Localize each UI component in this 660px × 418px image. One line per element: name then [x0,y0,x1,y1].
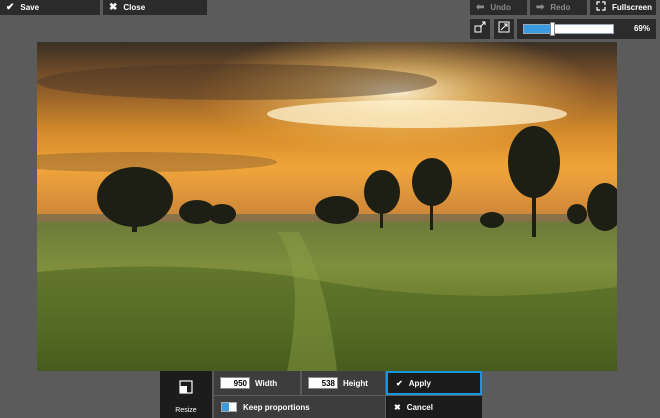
zoom-slider[interactable] [523,22,614,36]
save-button[interactable]: ✔ Save [0,0,100,15]
resize-icon [179,380,193,399]
checkmark-icon: ✔ [6,1,15,13]
undo-button[interactable]: ⬅ Undo [470,0,527,15]
keep-proportions-row: Keep proportions [214,396,385,418]
zoom-panel: 69% [517,19,656,39]
fit-to-screen-icon [474,20,486,38]
zoom-slider-fill [524,25,552,33]
undo-label: Undo [490,3,511,12]
fullscreen-button[interactable]: Fullscreen [590,0,656,15]
keep-proportions-label: Keep proportions [243,402,310,412]
cancel-label: Cancel [406,402,433,412]
zoom-actual-size-button[interactable] [494,19,514,39]
width-input[interactable]: 950 [220,377,250,389]
width-label: Width [255,378,278,388]
toggle-knob [222,403,229,411]
fullscreen-icon [596,1,606,14]
height-input[interactable]: 538 [308,377,338,389]
arrow-right-icon: ➡ [536,1,545,13]
apply-button[interactable]: ✔ Apply [386,371,482,395]
actual-size-icon [498,20,510,38]
landscape-photo [37,42,617,371]
height-field-group: 538 Height [302,371,385,395]
checkmark-icon: ✔ [396,378,403,388]
zoom-slider-thumb[interactable] [550,22,555,36]
close-icon: ✖ [394,402,401,412]
close-label: Close [123,3,146,12]
height-label: Height [343,378,368,388]
resize-tool-button[interactable]: Resize [160,371,212,418]
width-field-group: 950 Width [214,371,300,395]
resize-label: Resize [175,407,197,414]
close-icon: ✖ [109,1,118,13]
save-label: Save [20,3,40,12]
image-canvas[interactable] [37,42,617,371]
close-button[interactable]: ✖ Close [103,0,207,15]
cancel-button[interactable]: ✖ Cancel [386,396,482,418]
zoom-percentage: 69% [633,24,650,33]
redo-button[interactable]: ➡ Redo [530,0,587,15]
arrow-left-icon: ⬅ [476,1,485,13]
apply-label: Apply [408,378,431,388]
fullscreen-label: Fullscreen [612,3,653,12]
keep-proportions-toggle[interactable] [221,402,237,412]
zoom-fit-button[interactable] [470,19,490,39]
redo-label: Redo [550,3,571,12]
